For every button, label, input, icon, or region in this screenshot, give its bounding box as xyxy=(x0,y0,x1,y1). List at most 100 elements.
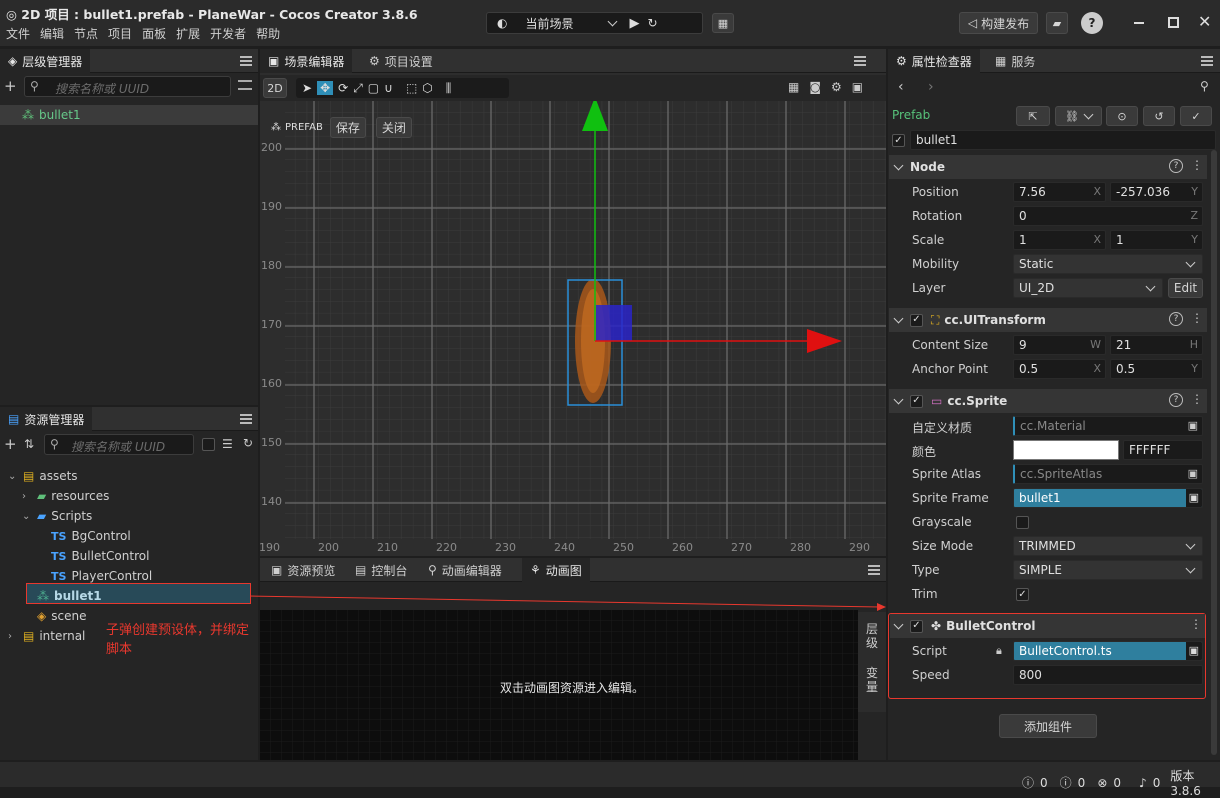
menu-node[interactable]: 节点 xyxy=(74,25,98,42)
hierarchy-search[interactable]: ⚲ 搜索名称或 UUID xyxy=(24,76,231,97)
image-icon[interactable]: ▣ xyxy=(852,80,863,94)
menu-icon[interactable] xyxy=(1201,56,1213,66)
asset-tree-item[interactable]: TS BgControl xyxy=(36,526,131,546)
tab-inspector[interactable]: ⚙ 属性检查器 xyxy=(888,49,980,73)
tab-assets[interactable]: ▤ 资源管理器 xyxy=(0,407,93,431)
color-hex-input[interactable]: FFFFFF xyxy=(1123,440,1203,460)
inspector-scrollbar[interactable] xyxy=(1211,150,1217,755)
back-icon[interactable]: ‹ xyxy=(898,79,904,95)
tab-animation-editor[interactable]: ⚲ 动画编辑器 xyxy=(420,558,510,582)
snap-tool-icon[interactable]: ∪ xyxy=(384,81,393,95)
apply-icon[interactable]: ✓ xyxy=(1180,106,1212,126)
help-icon[interactable]: ? xyxy=(1169,393,1183,407)
align-icon[interactable]: ⫼ xyxy=(446,81,452,96)
scale-tool-icon[interactable]: ⤢ xyxy=(353,81,363,96)
asset-tree-item[interactable]: ◈ scene xyxy=(22,606,86,626)
menu-extension[interactable]: 扩展 xyxy=(176,25,200,42)
close-icon[interactable]: ✕ xyxy=(1198,12,1211,31)
help-icon[interactable]: ? xyxy=(1081,12,1103,34)
warning-icon[interactable]: ⓘ xyxy=(1060,774,1072,791)
cube-icon[interactable]: ⬡ xyxy=(422,81,432,95)
prefab-close-button[interactable]: 关闭 xyxy=(375,117,412,138)
side-tab-layers[interactable]: 层级 xyxy=(865,622,879,650)
menu-project[interactable]: 项目 xyxy=(108,25,132,42)
custom-material-field[interactable]: cc.Material ▣ xyxy=(1013,416,1203,436)
asset-tree-item[interactable]: › ▰ resources xyxy=(22,486,109,506)
tab-project-settings[interactable]: ⚙ 项目设置 xyxy=(361,49,441,73)
bulletcontrol-section-header[interactable]: ✓ ✤ BulletControl ⋮ xyxy=(890,614,1205,638)
node-section-header[interactable]: Node ? ⋮ xyxy=(889,155,1207,179)
tab-console[interactable]: ▤ 控制台 xyxy=(347,558,415,582)
forward-icon[interactable]: › xyxy=(928,79,934,95)
asset-tree-item[interactable]: TS BulletControl xyxy=(36,546,149,566)
color-swatch[interactable] xyxy=(1013,440,1119,460)
pin-icon[interactable]: ⚲ xyxy=(1200,79,1209,93)
tab-service[interactable]: ▦ 服务 xyxy=(987,49,1043,73)
tab-animation-graph[interactable]: ⚘ 动画图 xyxy=(522,558,590,582)
build-button[interactable]: ◁ 构建发布 xyxy=(959,12,1038,34)
tab-scene-editor[interactable]: ▣ 场景编辑器 xyxy=(260,49,353,73)
menu-file[interactable]: 文件 xyxy=(6,25,30,42)
menu-edit[interactable]: 编辑 xyxy=(40,25,64,42)
tab-hierarchy[interactable]: ◈ 层级管理器 xyxy=(0,49,91,73)
help-icon[interactable]: ? xyxy=(1169,159,1183,173)
move-tool-icon[interactable]: ✥ xyxy=(317,81,334,95)
add-component-button[interactable]: 添加组件 xyxy=(999,714,1097,738)
local-icon[interactable]: ⬚ xyxy=(406,81,417,95)
scale-x-input[interactable]: 1X xyxy=(1013,230,1106,250)
list-icon[interactable]: ☰ xyxy=(222,437,233,451)
scale-y-input[interactable]: 1Y xyxy=(1110,230,1203,250)
more-icon[interactable]: ⋮ xyxy=(1191,311,1203,325)
asset-tree-item[interactable]: ⌄ ▤ assets xyxy=(8,466,78,486)
uitransform-enabled-checkbox[interactable]: ✓ xyxy=(910,313,923,327)
node-active-checkbox[interactable]: ✓ xyxy=(892,134,905,147)
info-icon[interactable]: ⓘ xyxy=(1022,774,1034,791)
menu-icon[interactable] xyxy=(868,565,880,575)
sprite-enabled-checkbox[interactable]: ✓ xyxy=(910,394,923,408)
mode-2d-button[interactable]: 2D xyxy=(263,78,287,98)
position-x-input[interactable]: 7.56 X xyxy=(1013,182,1106,202)
rotation-input[interactable]: 0Z xyxy=(1013,206,1203,226)
select-tool-icon[interactable]: ➤ xyxy=(302,81,312,95)
rotate-tool-icon[interactable]: ⟳ xyxy=(338,81,348,95)
menu-icon[interactable] xyxy=(240,56,252,66)
error-icon[interactable]: ⊗ xyxy=(1097,776,1107,790)
scene-selector[interactable]: ◐ 当前场景 ▶ ↻ xyxy=(486,12,703,34)
bell-icon[interactable]: ♪ xyxy=(1139,776,1147,790)
more-icon[interactable]: ⋮ xyxy=(1190,617,1202,631)
add-icon[interactable]: + xyxy=(4,77,17,95)
unlink-prefab-button[interactable]: ⛓ xyxy=(1055,106,1102,126)
grayscale-checkbox[interactable] xyxy=(1016,516,1029,529)
sprite-section-header[interactable]: ✓ ▭ cc.Sprite ? ⋮ xyxy=(889,389,1207,413)
trim-checkbox[interactable]: ✓ xyxy=(1016,588,1029,601)
node-name-input[interactable]: bullet1 xyxy=(910,130,1216,150)
revert-icon[interactable]: ↺ xyxy=(1143,106,1175,126)
layer-edit-button[interactable]: Edit xyxy=(1168,278,1203,298)
menu-panel[interactable]: 面板 xyxy=(142,25,166,42)
menu-icon[interactable] xyxy=(240,414,252,424)
asset-tree-item[interactable]: ⌄ ▰ Scripts xyxy=(22,506,92,526)
rect-tool-icon[interactable]: ▢ xyxy=(368,81,379,95)
minimize-icon[interactable] xyxy=(1134,22,1144,24)
menu-icon[interactable] xyxy=(854,56,866,66)
anchor-x-input[interactable]: 0.5 X xyxy=(1013,359,1106,379)
position-y-input[interactable]: -257.036 Y xyxy=(1110,182,1203,202)
anchor-y-input[interactable]: 0.5 Y xyxy=(1110,359,1203,379)
expand-arrow-icon[interactable]: › xyxy=(22,491,32,502)
content-height-input[interactable]: 21 H xyxy=(1110,335,1203,355)
refresh-icon[interactable]: ↻ xyxy=(648,16,658,30)
type-select[interactable]: SIMPLE xyxy=(1013,560,1203,580)
more-icon[interactable]: ⋮ xyxy=(1191,158,1203,172)
filter-checkbox[interactable] xyxy=(202,438,215,451)
script-field[interactable]: BulletControl.ts ▣ xyxy=(1013,641,1203,661)
side-tab-variables[interactable]: 变量 xyxy=(865,666,879,694)
collapse-icon[interactable] xyxy=(238,80,252,90)
speed-input[interactable]: 800 xyxy=(1013,665,1203,685)
mobility-select[interactable]: Static xyxy=(1013,254,1203,274)
folder-icon[interactable]: ▰ xyxy=(1046,12,1068,34)
expand-arrow-icon[interactable]: ⌄ xyxy=(8,471,18,482)
prefab-save-button[interactable]: 保存 xyxy=(329,117,366,138)
content-width-input[interactable]: 9W xyxy=(1013,335,1106,355)
camera-icon[interactable]: ◙ xyxy=(809,80,821,94)
assets-search[interactable]: ⚲ 搜索名称或 UUID xyxy=(44,434,194,455)
